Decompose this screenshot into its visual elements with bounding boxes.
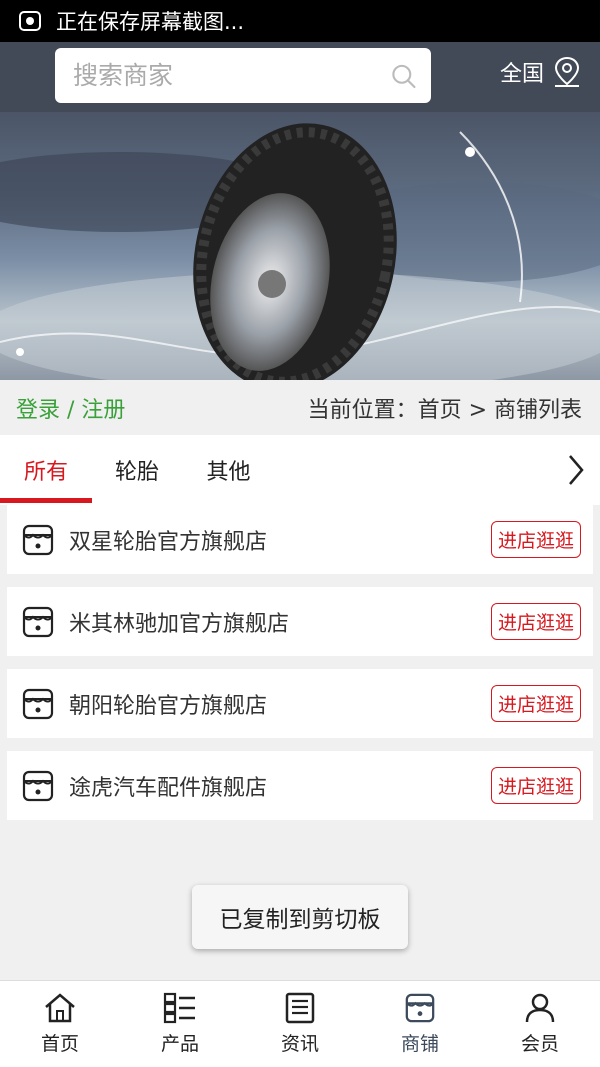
tire-illustration <box>0 123 600 380</box>
shop-item[interactable]: 途虎汽车配件旗舰店 进店逛逛 <box>7 751 593 820</box>
nav-home[interactable]: 首页 <box>0 981 120 1067</box>
store-icon <box>22 606 54 637</box>
shop-name: 朝阳轮胎官方旗舰店 <box>69 693 268 719</box>
status-text: 正在保存屏幕截图... <box>56 10 245 34</box>
nav-shops[interactable]: 商铺 <box>360 981 480 1067</box>
enter-shop-button[interactable]: 进店逛逛 <box>490 685 581 722</box>
store-icon <box>22 770 54 801</box>
category-tabs: 所有 轮胎 其他 <box>0 435 600 505</box>
breadcrumb: 当前位置：首页 > 商铺列表 <box>307 397 582 423</box>
enter-shop-button[interactable]: 进店逛逛 <box>490 603 581 640</box>
nav-label: 产品 <box>160 1033 199 1055</box>
banner-image[interactable] <box>0 112 600 380</box>
crumb-bar: 登录 / 注册 当前位置：首页 > 商铺列表 <box>0 380 600 435</box>
home-icon <box>45 993 75 1023</box>
shop-list: 双星轮胎官方旗舰店 进店逛逛 米其林驰加官方旗舰店 进店逛逛 朝阳轮胎官方旗舰店… <box>7 505 593 833</box>
user-icon <box>525 993 555 1023</box>
news-icon <box>285 992 315 1024</box>
store-icon <box>22 524 54 555</box>
nav-news[interactable]: 资讯 <box>240 981 360 1067</box>
nav-label: 商铺 <box>400 1033 439 1055</box>
region-label: 全国 <box>499 62 544 87</box>
enter-shop-button[interactable]: 进店逛逛 <box>490 521 581 558</box>
nav-member[interactable]: 会员 <box>480 981 600 1067</box>
shop-item[interactable]: 朝阳轮胎官方旗舰店 进店逛逛 <box>7 669 593 738</box>
tab-all[interactable]: 所有 <box>0 435 92 505</box>
shop-name: 米其林驰加官方旗舰店 <box>69 611 290 637</box>
screenshot-icon <box>19 11 41 31</box>
chevron-right-icon[interactable] <box>566 453 586 487</box>
header: 全国 <box>0 42 600 112</box>
nav-label: 首页 <box>40 1033 79 1055</box>
nav-label: 资讯 <box>280 1033 319 1055</box>
status-bar: 正在保存屏幕截图... <box>0 0 600 42</box>
grid-list-icon <box>163 992 195 1024</box>
nav-products[interactable]: 产品 <box>120 981 240 1067</box>
search-box[interactable] <box>55 48 431 103</box>
shop-name: 途虎汽车配件旗舰店 <box>69 775 268 801</box>
copied-toast: 已复制到剪切板 <box>192 885 408 949</box>
shop-item[interactable]: 双星轮胎官方旗舰店 进店逛逛 <box>7 505 593 574</box>
store-icon <box>405 993 435 1023</box>
shop-item[interactable]: 米其林驰加官方旗舰店 进店逛逛 <box>7 587 593 656</box>
search-icon[interactable] <box>390 60 417 92</box>
bottom-nav: 首页 产品 资讯 商铺 会员 <box>0 980 600 1067</box>
search-input[interactable] <box>73 61 390 90</box>
nav-label: 会员 <box>520 1033 559 1055</box>
location-pin-icon <box>554 56 580 87</box>
store-icon <box>22 688 54 719</box>
tab-other[interactable]: 其他 <box>182 435 275 505</box>
login-register-link[interactable]: 登录 / 注册 <box>16 392 125 424</box>
tab-tires[interactable]: 轮胎 <box>92 435 182 505</box>
enter-shop-button[interactable]: 进店逛逛 <box>490 767 581 804</box>
shop-name: 双星轮胎官方旗舰店 <box>69 529 268 555</box>
region-selector[interactable]: 全国 <box>500 56 582 88</box>
